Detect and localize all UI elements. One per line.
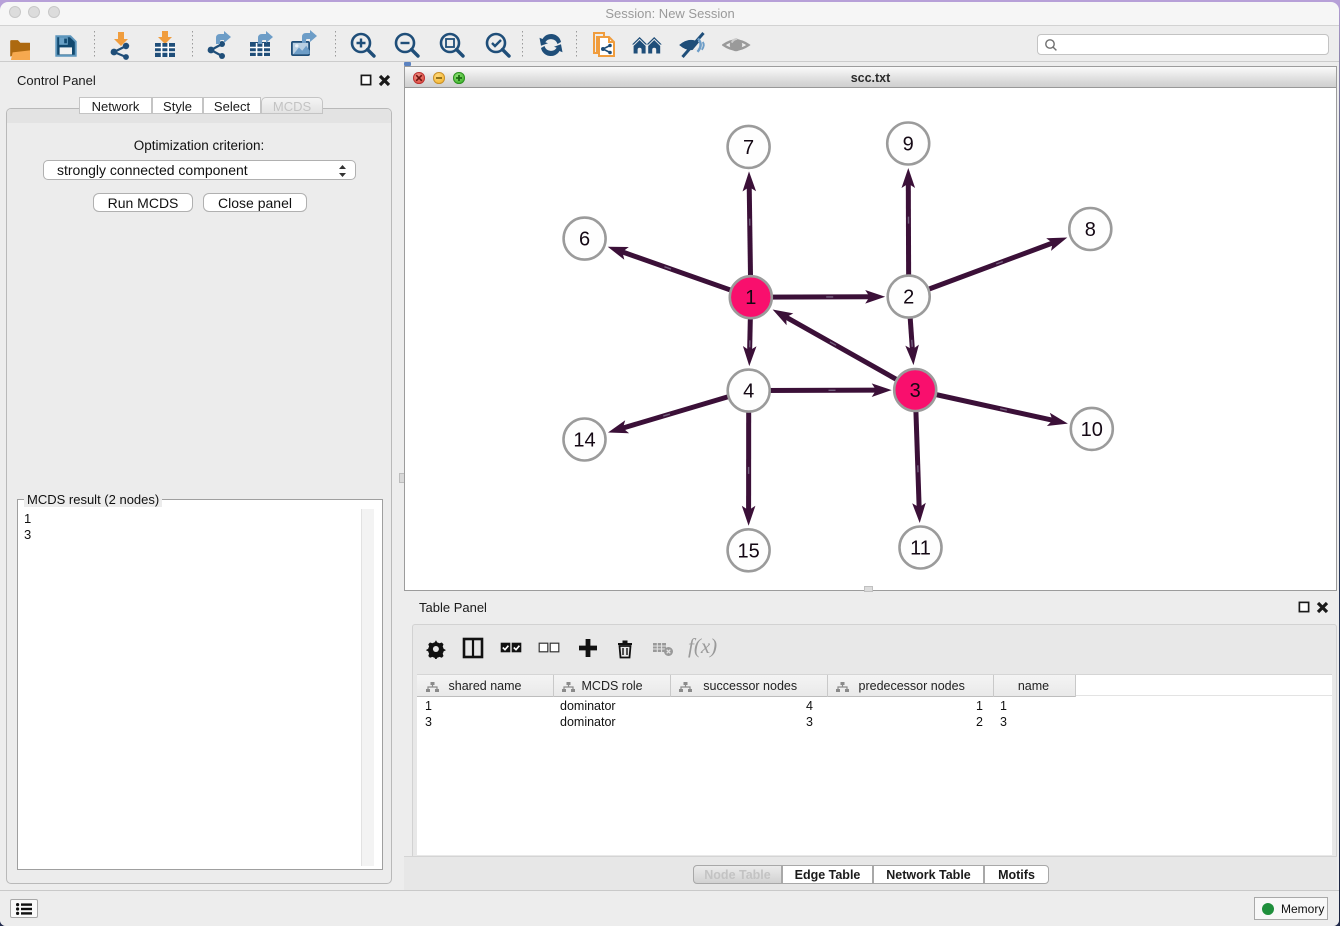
svg-text:6: 6 (579, 229, 590, 251)
svg-text:3: 3 (910, 380, 921, 402)
svg-text:14: 14 (573, 430, 595, 452)
svg-text:8: 8 (1085, 219, 1096, 241)
svg-text:9: 9 (903, 134, 914, 156)
svg-text:15: 15 (737, 540, 759, 562)
svg-text:2: 2 (903, 287, 914, 309)
svg-text:1: 1 (745, 287, 756, 309)
svg-text:11: 11 (910, 538, 931, 560)
svg-text:10: 10 (1081, 419, 1103, 441)
svg-text:4: 4 (743, 381, 754, 403)
svg-text:7: 7 (743, 137, 754, 159)
